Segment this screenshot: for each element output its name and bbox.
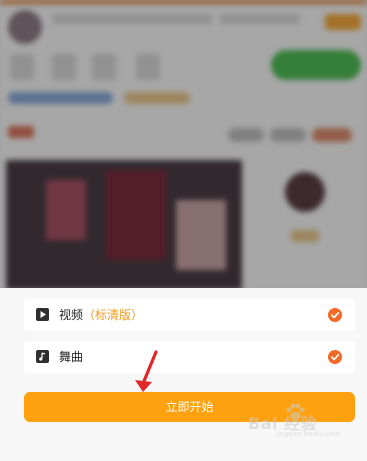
option-video[interactable]: 视频（标清版） — [24, 299, 355, 331]
checkmark-icon — [328, 308, 342, 322]
modal-overlay[interactable] — [0, 0, 367, 290]
watermark-url: jingyan.baidu.com — [276, 430, 341, 438]
annotation-arrow-icon — [135, 350, 158, 392]
option-video-sublabel: （标清版） — [83, 308, 144, 322]
option-dance-music-label: 舞曲 — [59, 350, 84, 364]
paw-logo-icon — [286, 403, 305, 421]
option-dance-music[interactable]: 舞曲 — [24, 341, 355, 373]
checkmark-icon — [328, 350, 342, 364]
play-icon — [36, 308, 49, 321]
option-video-label: 视频（标清版） — [59, 308, 144, 322]
watermark: Bai 经验 jingyan.baidu.com — [248, 400, 363, 440]
music-note-icon — [36, 350, 49, 363]
